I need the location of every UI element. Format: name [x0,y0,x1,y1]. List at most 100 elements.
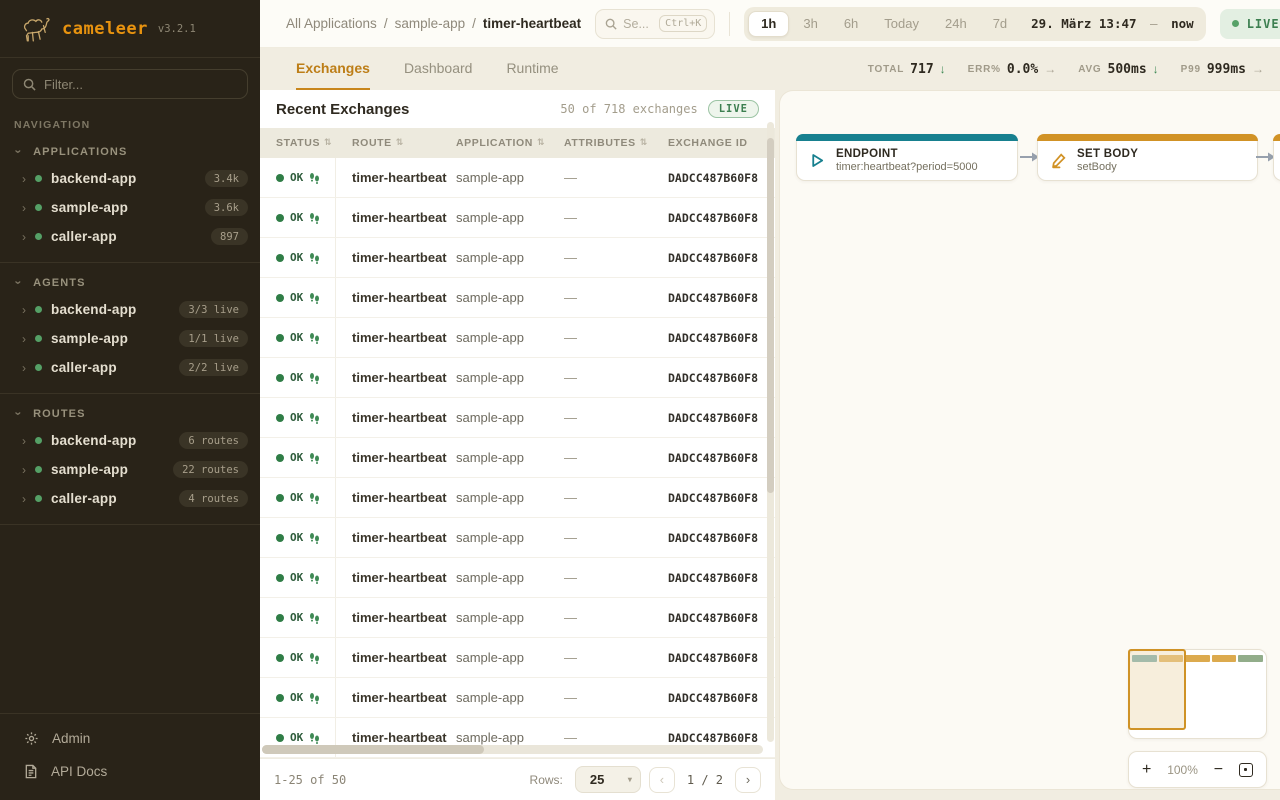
table-row[interactable]: OK timer-heartbeat sample-app — DADCC487… [260,318,775,358]
exchange-id-cell: DADCC487B60F8 [668,691,775,705]
flow-node-partial[interactable] [1273,134,1280,181]
application-cell: sample-app [456,290,564,305]
chevron-down-icon: ▾ [628,775,632,784]
stat-label: ERR% [968,64,1001,75]
route-flow-canvas[interactable]: ENDPOINT timer:heartbeat?period=5000 SET… [779,90,1280,790]
table-row[interactable]: OK timer-heartbeat sample-app — DADCC487… [260,158,775,198]
time-range-chip[interactable]: Today [872,11,931,37]
live-label: LIVE [1247,17,1280,31]
stat-value: 999ms [1207,62,1246,77]
sidebar-item-admin[interactable]: Admin [0,722,260,755]
attributes-cell: — [564,450,668,465]
status-dot [35,466,42,473]
sidebar-group-routes[interactable]: › ROUTES [0,395,260,426]
route-cell: timer-heartbeat [336,530,456,545]
vertical-scrollbar-thumb[interactable] [767,138,774,493]
status-dot [35,204,42,211]
sidebar-item-api-docs[interactable]: API Docs [0,755,260,788]
breadcrumb-root[interactable]: All Applications [286,16,377,31]
table-row[interactable]: OK timer-heartbeat sample-app — DADCC487… [260,558,775,598]
live-badge[interactable]: LIVE [708,100,759,118]
time-range-chip[interactable]: 7d [981,11,1019,37]
zoom-in-button[interactable]: + [1142,762,1151,778]
sidebar-item-route[interactable]: › sample-app 22 routes [0,455,260,484]
footprints-icon [309,652,320,664]
sidebar-group-agents[interactable]: › AGENTS [0,264,260,295]
time-range-chip[interactable]: 1h [748,11,789,37]
table-row[interactable]: OK timer-heartbeat sample-app — DADCC487… [260,438,775,478]
sidebar-item-route[interactable]: › backend-app 6 routes [0,426,260,455]
fit-view-button[interactable] [1239,763,1253,777]
table-row[interactable]: OK timer-heartbeat sample-app — DADCC487… [260,598,775,638]
tab[interactable]: Runtime [506,48,558,90]
item-badge: 22 routes [173,461,248,478]
exchange-id-cell: DADCC487B60F8 [668,291,775,305]
ok-dot [276,654,284,662]
table-row[interactable]: OK timer-heartbeat sample-app — DADCC487… [260,358,775,398]
column-header-exchange-id[interactable]: EXCHANGE ID [668,137,775,149]
global-search[interactable]: Ctrl+K [595,9,715,39]
table-row[interactable]: OK timer-heartbeat sample-app — DADCC487… [260,398,775,438]
group-label: ROUTES [33,408,85,420]
footprints-icon [309,692,320,704]
sidebar-item-application[interactable]: › backend-app 3.4k [0,164,260,193]
prev-page-button[interactable]: ‹ [649,767,675,793]
column-header-status[interactable]: STATUS⇅ [260,137,336,149]
vertical-scrollbar [767,122,774,742]
sidebar-item-route[interactable]: › caller-app 4 routes [0,484,260,513]
item-name: backend-app [51,302,170,317]
next-page-button[interactable]: › [735,767,761,793]
page-position: 1 / 2 [687,773,723,787]
minimap-viewport[interactable] [1128,649,1186,730]
table-row[interactable]: OK timer-heartbeat sample-app — DADCC487… [260,478,775,518]
table-row[interactable]: OK timer-heartbeat sample-app — DADCC487… [260,238,775,278]
trend-arrow-icon: ↓ [940,62,946,76]
rows-per-page-select[interactable]: 25 ▾ [575,766,641,793]
sidebar-item-application[interactable]: › sample-app 3.6k [0,193,260,222]
date-from: 29. März 13:47 [1031,16,1136,31]
table-row[interactable]: OK timer-heartbeat sample-app — DADCC487… [260,198,775,238]
gear-icon [24,731,39,746]
sidebar-group-applications[interactable]: › APPLICATIONS [0,133,260,164]
ok-dot [276,454,284,462]
flow-node-set-body[interactable]: SET BODY setBody [1037,134,1258,181]
sidebar-item-application[interactable]: › caller-app 897 [0,222,260,251]
zoom-out-button[interactable]: − [1214,762,1223,778]
table-row[interactable]: OK timer-heartbeat sample-app — DADCC487… [260,278,775,318]
flow-minimap[interactable] [1128,649,1267,739]
status-cell: OK [260,318,336,357]
column-header-route[interactable]: ROUTE⇅ [336,137,456,149]
stat-value: 0.0% [1007,62,1038,77]
table-row[interactable]: OK timer-heartbeat sample-app — DADCC487… [260,518,775,558]
applications-list: › backend-app 3.4k › sample-app 3.6k › c… [0,164,260,251]
time-range-chip[interactable]: 3h [791,11,829,37]
chevron-down-icon: › [13,149,25,154]
sidebar-item-agent[interactable]: › backend-app 3/3 live [0,295,260,324]
route-cell: timer-heartbeat [336,210,456,225]
search-input[interactable] [623,17,653,31]
time-range-display[interactable]: 29. März 13:47 — now [1031,16,1194,31]
time-range-chip[interactable]: 6h [832,11,870,37]
live-toggle[interactable]: LIVE [1220,9,1280,39]
camel-logo-icon [18,13,52,45]
stat-value: 500ms [1108,62,1147,77]
flow-node-endpoint[interactable]: ENDPOINT timer:heartbeat?period=5000 [796,134,1018,181]
tab[interactable]: Dashboard [404,48,473,90]
breadcrumb-app[interactable]: sample-app [395,16,466,31]
table-row[interactable]: OK timer-heartbeat sample-app — DADCC487… [260,678,775,718]
horizontal-scrollbar-thumb[interactable] [262,745,484,754]
sidebar-item-agent[interactable]: › caller-app 2/2 live [0,353,260,382]
column-header-attributes[interactable]: ATTRIBUTES⇅ [564,137,668,149]
tab[interactable]: Exchanges [296,48,370,90]
sidebar-item-agent[interactable]: › sample-app 1/1 live [0,324,260,353]
exchange-id-cell: DADCC487B60F8 [668,211,775,225]
date-separator: — [1150,16,1158,31]
footprints-icon [309,332,320,344]
routes-list: › backend-app 6 routes › sample-app 22 r… [0,426,260,513]
time-range-chip[interactable]: 24h [933,11,979,37]
exchange-id-cell: DADCC487B60F8 [668,411,775,425]
column-header-application[interactable]: APPLICATION⇅ [456,137,564,149]
application-cell: sample-app [456,530,564,545]
table-row[interactable]: OK timer-heartbeat sample-app — DADCC487… [260,638,775,678]
sidebar-filter-input[interactable]: Filter... [12,69,248,99]
